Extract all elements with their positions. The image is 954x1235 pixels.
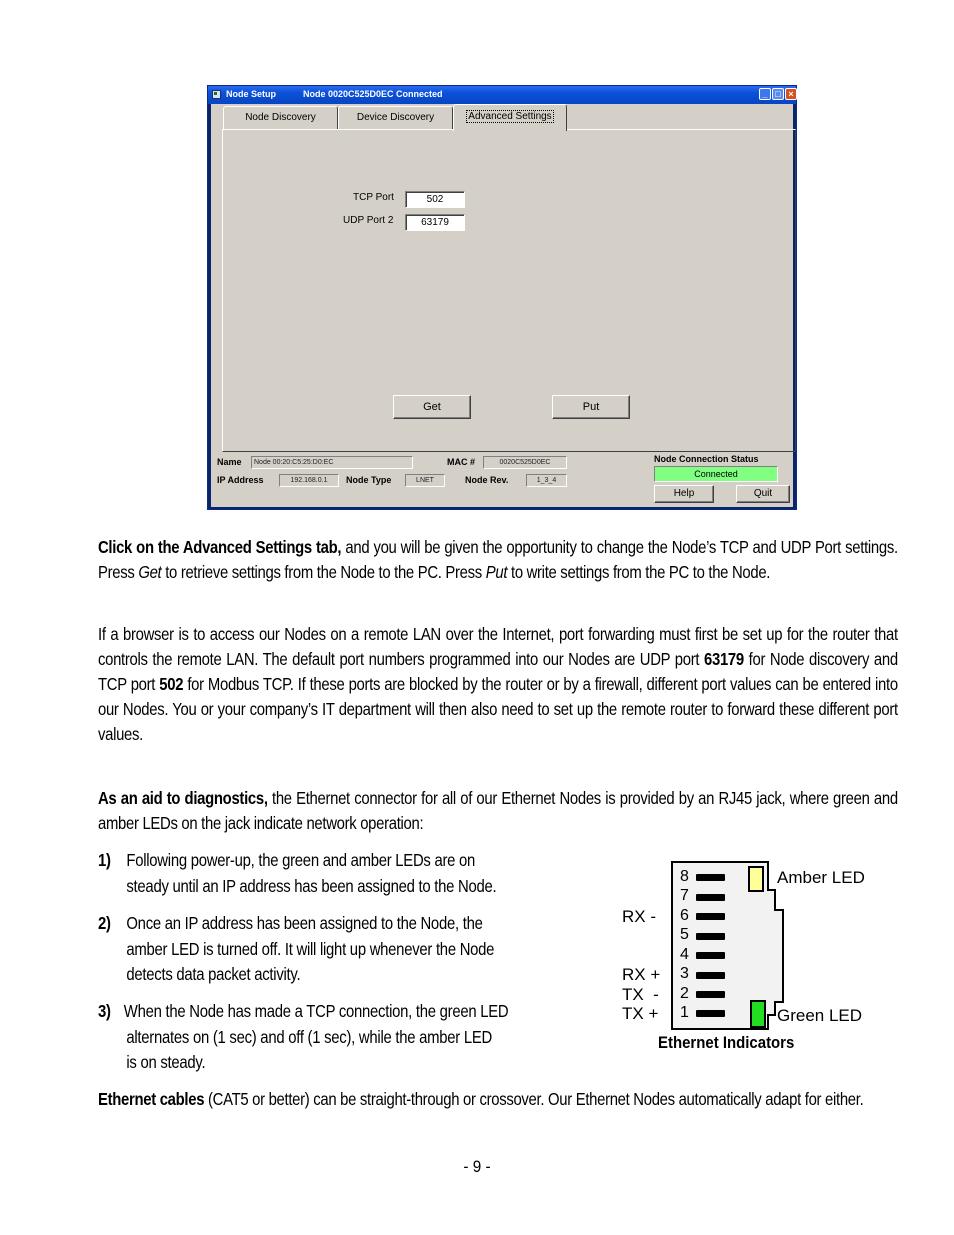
ethernet-indicators-diagram: 8 7 6 5 4 3 2 1 RX - RX + TX - TX + Ambe… <box>610 855 890 1060</box>
tcp-port-bold: 502 <box>159 674 184 694</box>
get-button[interactable]: Get <box>393 395 471 419</box>
paragraph-advanced-settings: Click on the Advanced Settings tab, and … <box>98 535 898 585</box>
node-rev-field: 1_3_4 <box>526 474 567 487</box>
window-client: Node Discovery Device Discovery TCP Port… <box>211 104 796 507</box>
pin-number: 6 <box>680 907 689 924</box>
tcp-port-input[interactable]: 502 <box>405 191 465 208</box>
pin-contact <box>696 991 725 998</box>
text: (CAT5 or better) can be straight-through… <box>204 1089 864 1109</box>
pin-contact <box>696 972 725 979</box>
list-text: alternates on (1 sec) and off (1 sec), w… <box>126 1026 492 1047</box>
list-number: 3) <box>98 1001 111 1021</box>
udp-port-input[interactable]: 63179 <box>405 214 465 231</box>
maximize-button[interactable]: □ <box>772 88 784 100</box>
text: to write settings from the PC to the Nod… <box>507 562 771 582</box>
tab-label: Device Discovery <box>356 112 435 123</box>
list-text: detects data packet activity. <box>126 964 301 984</box>
list-number: 2) <box>98 913 111 933</box>
rx-plus-label: RX + <box>622 965 661 984</box>
mac-field: 0020C525D0EC <box>483 456 567 469</box>
green-led-label: Green LED <box>777 1006 863 1025</box>
tab-advanced-settings[interactable]: Advanced Settings <box>453 104 567 131</box>
ip-address-field: 192.168.0.1 <box>279 474 339 487</box>
connection-status-label: Node Connection Status <box>654 454 759 464</box>
quit-button[interactable]: Quit <box>736 485 790 503</box>
pin-contact <box>696 1010 725 1017</box>
tab-label: Advanced Settings <box>466 110 554 123</box>
list-item: 2) Once an IP address has been assigned t… <box>98 911 605 988</box>
page-number: - 9 - <box>463 1157 491 1176</box>
pin-number: 2 <box>680 985 689 1002</box>
list-text: steady until an IP address has been assi… <box>126 875 497 896</box>
green-led <box>750 1000 766 1028</box>
app-icon <box>212 90 221 99</box>
diagram-caption: Ethernet Indicators <box>658 1033 795 1052</box>
advanced-settings-panel: TCP Port 502 UDP Port 2 63179 Get Put <box>222 129 796 452</box>
tcp-port-label: TCP Port <box>353 192 394 203</box>
list-text: Following power-up, the green and amber … <box>126 850 476 870</box>
node-type-field: LNET <box>405 474 445 487</box>
mac-label: MAC # <box>447 457 476 467</box>
connection-status-indicator: Connected <box>654 466 778 482</box>
list-text: amber LED is turned off. It will light u… <box>126 938 495 959</box>
pin-number: 5 <box>680 926 689 943</box>
list-text: Once an IP address has been assigned to … <box>126 913 483 933</box>
pin-contact <box>696 874 725 881</box>
list-number: 1) <box>98 850 111 870</box>
title-bar: Node Setup Node 0020C525D0EC Connected _… <box>208 86 797 104</box>
udp-port-bold: 63179 <box>704 649 744 669</box>
tab-node-discovery[interactable]: Node Discovery <box>223 106 338 130</box>
name-label: Name <box>217 457 242 467</box>
put-emphasis: Put <box>485 562 508 582</box>
node-setup-window: Node Setup Node 0020C525D0EC Connected _… <box>207 85 797 510</box>
node-type-label: Node Type <box>346 475 392 485</box>
tab-label: Node Discovery <box>245 112 316 123</box>
window-title: Node Setup <box>226 89 277 99</box>
paragraph-ethernet-cables: Ethernet cables (CAT5 or better) can be … <box>98 1087 898 1112</box>
tab-device-discovery[interactable]: Device Discovery <box>338 106 453 130</box>
pin-number: 7 <box>680 887 689 904</box>
pin-number: 1 <box>680 1004 689 1021</box>
help-button[interactable]: Help <box>654 485 714 503</box>
tx-minus-label: TX - <box>622 985 659 1004</box>
get-emphasis: Get <box>138 562 162 582</box>
window-subtitle: Node 0020C525D0EC Connected <box>303 89 443 99</box>
udp-port-label: UDP Port 2 <box>343 215 394 226</box>
rx-minus-label: RX - <box>622 907 656 926</box>
pin-contact <box>696 894 725 901</box>
text: to retrieve settings from the Node to th… <box>161 562 486 582</box>
text: for Modbus TCP. If these ports are block… <box>98 674 898 744</box>
amber-led <box>748 866 764 892</box>
pin-contact <box>696 952 725 959</box>
minimize-button[interactable]: _ <box>759 88 771 100</box>
pin-contact <box>696 933 725 940</box>
ip-address-label: IP Address <box>217 475 264 485</box>
amber-led-label: Amber LED <box>777 868 865 887</box>
node-rev-label: Node Rev. <box>465 475 509 485</box>
close-button[interactable]: × <box>785 88 797 100</box>
bold-lead: Ethernet cables <box>98 1089 205 1109</box>
list-item: 1) Following power-up, the green and ambe… <box>98 848 605 899</box>
list-text: is on steady. <box>126 1052 206 1072</box>
tx-plus-label: TX + <box>622 1004 659 1023</box>
paragraph-diagnostics: As an aid to diagnostics, the Ethernet c… <box>98 786 898 836</box>
list-text: When the Node has made a TCP connection,… <box>123 1001 509 1021</box>
pin-number: 3 <box>680 965 689 982</box>
paragraph-port-forwarding: If a browser is to access our Nodes on a… <box>98 622 898 747</box>
name-field: Node 00:20:C5:25:D0:EC <box>251 456 413 469</box>
pin-contact <box>696 913 725 920</box>
bold-lead: As an aid to diagnostics, <box>98 788 268 808</box>
put-button[interactable]: Put <box>552 395 630 419</box>
list-item: 3) When the Node has made a TCP connectio… <box>98 999 605 1076</box>
pin-number: 4 <box>680 946 689 963</box>
bold-lead: Click on the Advanced Settings tab, <box>98 537 342 557</box>
pin-number: 8 <box>680 868 689 885</box>
